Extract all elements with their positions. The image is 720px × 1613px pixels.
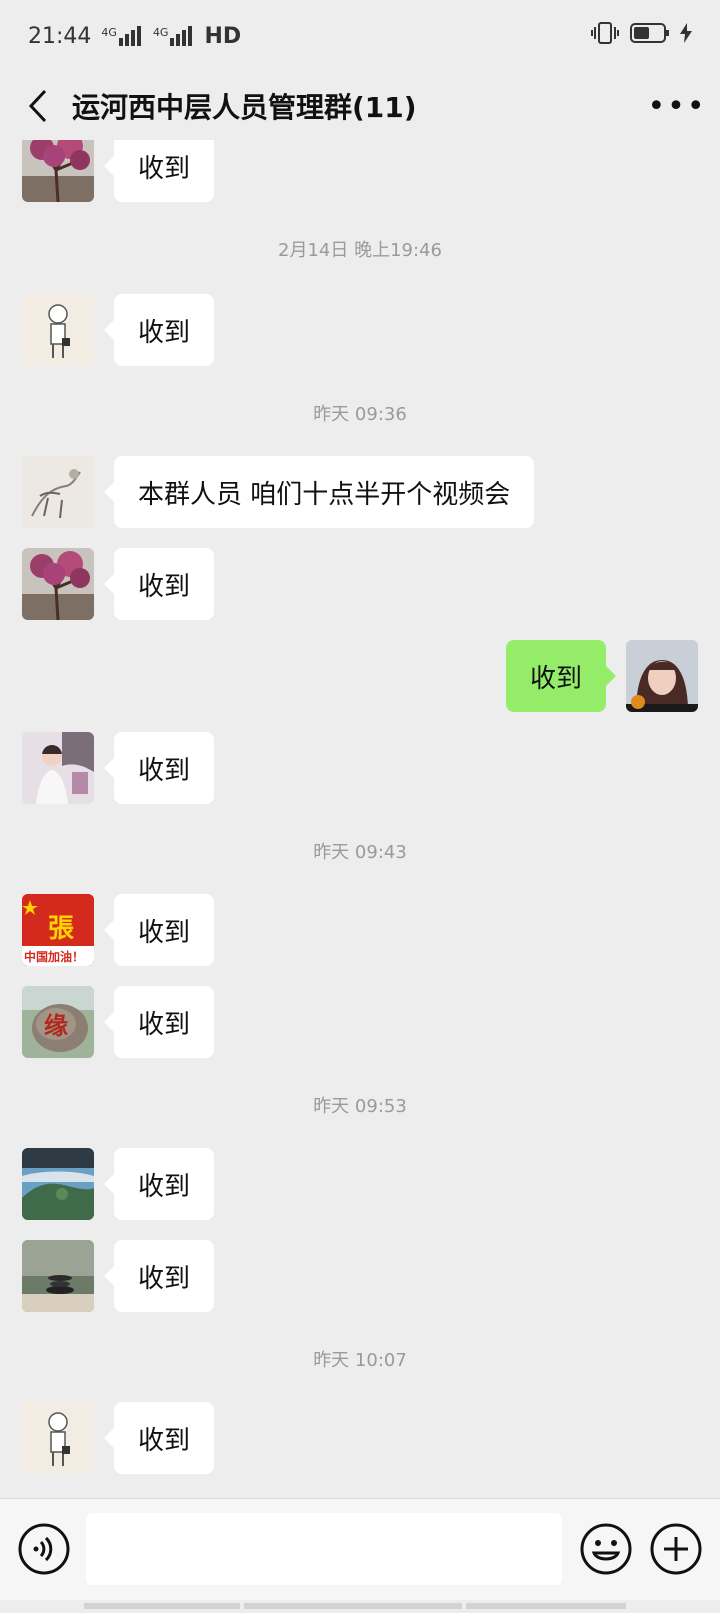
avatar-text: 缘 [44, 1012, 68, 1040]
avatar-girl-photo[interactable] [22, 732, 94, 804]
message-text: 收到 [138, 571, 191, 602]
signal-icon: 4G [101, 26, 143, 46]
timestamp: 昨天 09:36 [313, 404, 407, 425]
message-bubble[interactable]: 收到 [103, 1402, 215, 1474]
emoji-button[interactable] [578, 1521, 634, 1577]
status-right [590, 21, 692, 51]
message-row: 本群人员 咱们十点半开个视频会 [22, 456, 535, 528]
status-bar: 21:44 4G 4G HD [0, 0, 720, 72]
voice-button[interactable] [16, 1521, 72, 1577]
message-row: 張 中国加油！ 收到 [22, 894, 215, 966]
hd-badge: HD [204, 23, 242, 49]
avatar-woman-portrait[interactable] [626, 640, 698, 712]
status-left: 21:44 4G 4G HD [28, 24, 241, 49]
avatar-cartoon-man[interactable] [22, 1402, 94, 1474]
message-input[interactable] [86, 1513, 562, 1585]
more-icon: ••• [647, 88, 707, 124]
avatar-text-bottom: 中国加油！ [24, 950, 85, 964]
message-row: 收到 [22, 548, 215, 620]
message-text: 本群人员 咱们十点半开个视频会 [138, 479, 511, 510]
plus-button[interactable] [648, 1521, 704, 1577]
message-bubble[interactable]: 收到 [103, 894, 215, 966]
voice-icon [18, 1523, 70, 1575]
message-text: 收到 [138, 917, 191, 948]
message-row: 收到 [22, 732, 215, 804]
avatar-mountain-landscape[interactable] [22, 1148, 94, 1220]
chat-header: 运河西中层人员管理群(11) ••• [0, 72, 720, 140]
message-row: 收到 [22, 140, 215, 202]
avatar-zhang-china[interactable]: 張 中国加油！ [22, 894, 94, 966]
avatar-plum-tree[interactable] [22, 140, 94, 202]
message-bubble[interactable]: 收到 [103, 986, 215, 1058]
chat-area[interactable]: 收到 2月14日 晚上19:46 收到 昨天 09:36 本群人员 咱们十点半开… [0, 140, 720, 1498]
message-text: 收到 [138, 153, 191, 184]
message-text: 收到 [138, 317, 191, 348]
chevron-left-icon [28, 89, 47, 123]
chat-title: 运河西中层人员管理群(11) [72, 91, 417, 124]
message-bubble[interactable]: 本群人员 咱们十点半开个视频会 [103, 456, 535, 528]
message-row: 收到 [22, 1402, 215, 1474]
message-bubble[interactable]: 收到 [103, 548, 215, 620]
message-bubble[interactable]: 收到 [103, 1240, 215, 1312]
emoji-icon [580, 1523, 632, 1575]
message-row: 缘 收到 [22, 986, 215, 1058]
charging-icon [680, 23, 692, 49]
plus-icon [650, 1523, 702, 1575]
message-bubble-self[interactable]: 收到 [505, 640, 617, 712]
timestamp: 昨天 09:43 [313, 842, 407, 863]
timestamp: 2月14日 晚上19:46 [278, 240, 442, 261]
avatar-sketch-horse[interactable] [22, 456, 94, 528]
vibrate-icon [590, 21, 620, 51]
message-text: 收到 [138, 1263, 191, 1294]
message-row: 收到 [22, 1148, 215, 1220]
avatar-stacked-stones[interactable] [22, 1240, 94, 1312]
timestamp: 昨天 09:53 [313, 1096, 407, 1117]
timestamp: 昨天 10:07 [313, 1350, 407, 1371]
input-bar [0, 1498, 720, 1600]
avatar-text-top: 張 [48, 914, 75, 944]
signal-icon: 4G [153, 26, 195, 46]
avatar-yuan-stone[interactable]: 缘 [22, 986, 94, 1058]
message-bubble[interactable]: 收到 [103, 1148, 215, 1220]
message-text: 收到 [529, 663, 582, 694]
message-bubble[interactable]: 收到 [103, 294, 215, 366]
avatar-plum-tree[interactable] [22, 548, 94, 620]
back-button[interactable] [8, 72, 68, 140]
avatar-cartoon-man[interactable] [22, 294, 94, 366]
message-bubble[interactable]: 收到 [103, 140, 215, 202]
battery-icon [630, 22, 670, 50]
more-button[interactable]: ••• [642, 72, 712, 140]
message-bubble[interactable]: 收到 [103, 732, 215, 804]
message-row-self: 收到 [505, 640, 698, 712]
message-text: 收到 [138, 755, 191, 786]
keyboard-edge [0, 1594, 720, 1609]
message-text: 收到 [138, 1425, 191, 1456]
message-text: 收到 [138, 1009, 191, 1040]
message-text: 收到 [138, 1171, 191, 1202]
message-row: 收到 [22, 294, 215, 366]
message-row: 收到 [22, 1240, 215, 1312]
status-time: 21:44 [28, 23, 92, 49]
